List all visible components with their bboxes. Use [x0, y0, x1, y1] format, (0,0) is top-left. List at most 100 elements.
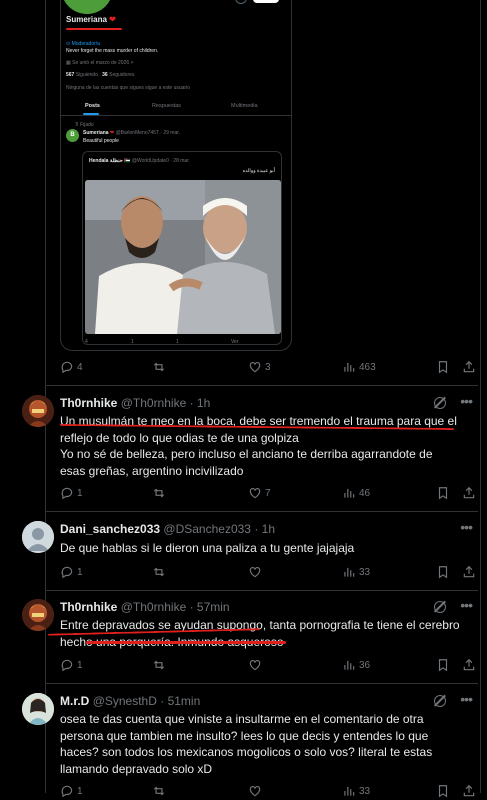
like-icon: [248, 658, 262, 672]
views-icon: [342, 784, 356, 798]
like-button[interactable]: 7: [248, 486, 271, 500]
embedded-post-text: Beautiful people: [83, 138, 119, 144]
embedded-pinned-label: ⊼ Fijado: [75, 122, 94, 128]
embedded-joined: ▦ Se unió el marzo de 2026 >: [66, 60, 134, 66]
display-name[interactable]: Dani_sanchez033: [60, 522, 160, 536]
bookmark-icon: [436, 658, 450, 672]
reply-icon: [60, 658, 74, 672]
embedded-quote-text: أبو عبيدة ووالده: [242, 168, 275, 174]
timestamp[interactable]: 51min: [168, 694, 201, 708]
repost-icon: [152, 565, 166, 579]
reply-icon: [60, 565, 74, 579]
repost-button[interactable]: [152, 784, 169, 798]
more-icon[interactable]: •••: [460, 691, 473, 707]
reply-button[interactable]: 1: [60, 486, 83, 500]
avatar[interactable]: [22, 395, 54, 427]
reply-button[interactable]: 1: [60, 565, 83, 579]
reply-icon: [60, 360, 74, 374]
timestamp[interactable]: 1h: [197, 396, 210, 410]
repost-button[interactable]: [152, 486, 169, 500]
reply-text: De que hablas si le dieron una paliza a …: [60, 541, 355, 555]
repost-icon: [152, 360, 166, 374]
share-button[interactable]: [462, 658, 476, 672]
views-button[interactable]: 33: [342, 565, 370, 579]
handle[interactable]: @Th0rnhike: [121, 396, 187, 410]
bookmark-button[interactable]: [436, 486, 450, 500]
embedded-stat-reposts: 1: [131, 339, 134, 345]
grok-icon[interactable]: [434, 397, 446, 409]
handle[interactable]: @SynesthD: [93, 694, 157, 708]
embedded-screenshot[interactable]: Sumeriana ❤ ⊙ Moderador/a Never forget t…: [60, 0, 292, 351]
like-button[interactable]: [248, 658, 265, 672]
views-icon: [342, 658, 356, 672]
like-button[interactable]: [248, 565, 265, 579]
like-icon: [248, 486, 262, 500]
bookmark-icon: [436, 360, 450, 374]
repost-icon: [152, 486, 166, 500]
embedded-role-tag: ⊙ Moderador/a: [66, 41, 100, 47]
embedded-stat-replies: 4: [85, 339, 88, 345]
grok-icon[interactable]: [434, 601, 446, 613]
share-button[interactable]: [462, 565, 476, 579]
avatar[interactable]: [22, 599, 54, 631]
reply-icon: [60, 486, 74, 500]
embedded-post-header: Sumeriana ❤ @BarlonMeno745T · 29 mar.: [83, 130, 181, 136]
repost-button[interactable]: [152, 565, 169, 579]
embedded-tab-media: Multimedia: [231, 103, 258, 109]
reply-header: Th0rnhike @Th0rnhike · 1h: [60, 396, 211, 410]
grok-icon[interactable]: [434, 695, 446, 707]
embedded-more-circle: [235, 0, 247, 4]
share-icon: [462, 784, 476, 798]
more-icon[interactable]: •••: [460, 393, 473, 409]
share-button[interactable]: [462, 486, 476, 500]
main-post-actions: 4 3 463: [60, 360, 480, 376]
reply-button[interactable]: 1: [60, 658, 83, 672]
reply-button[interactable]: 4: [60, 360, 83, 374]
bookmark-button[interactable]: [436, 360, 450, 374]
handle[interactable]: @DSanchez033: [163, 522, 251, 536]
timestamp[interactable]: 57min: [197, 600, 230, 614]
display-name[interactable]: M.r.D: [60, 694, 89, 708]
repost-button[interactable]: [152, 658, 169, 672]
embedded-stat-likes: 1: [176, 339, 179, 345]
share-button[interactable]: [462, 784, 476, 798]
views-button[interactable]: 36: [342, 658, 370, 672]
like-button[interactable]: [248, 784, 265, 798]
avatar[interactable]: [22, 693, 54, 725]
share-icon: [462, 360, 476, 374]
views-icon: [342, 486, 356, 500]
bookmark-button[interactable]: [436, 784, 450, 798]
views-button[interactable]: 463: [342, 360, 376, 374]
avatar[interactable]: [22, 521, 54, 553]
reply-button[interactable]: 1: [60, 784, 83, 798]
like-button[interactable]: 3: [248, 360, 271, 374]
handle[interactable]: @Th0rnhike: [121, 600, 187, 614]
display-name[interactable]: Th0rnhike: [60, 600, 117, 614]
reply-text: Un musulmán te meo en la boca, debe ser …: [60, 414, 457, 478]
like-icon: [248, 565, 262, 579]
more-icon[interactable]: •••: [460, 597, 473, 613]
views-icon: [342, 565, 356, 579]
views-button[interactable]: 33: [342, 784, 370, 798]
reply-actions: 1 33: [60, 565, 480, 581]
bookmark-button[interactable]: [436, 565, 450, 579]
reply-header: M.r.D @SynesthD · 51min: [60, 694, 201, 708]
embedded-quote-card: Hendala حنظلة 🇵🇸 @WorldUpdate0 · 28 mar.…: [82, 151, 282, 345]
share-icon: [462, 486, 476, 500]
display-name[interactable]: Th0rnhike: [60, 396, 117, 410]
repost-icon: [152, 784, 166, 798]
embedded-profile-avatar: [61, 0, 113, 14]
red-strike-annotation: [86, 641, 286, 644]
embedded-followed-by: Ninguna de las cuentas que sigues sigue …: [66, 85, 190, 91]
share-button[interactable]: [462, 360, 476, 374]
views-button[interactable]: 46: [342, 486, 370, 500]
bookmark-button[interactable]: [436, 658, 450, 672]
more-icon[interactable]: •••: [460, 519, 473, 535]
repost-button[interactable]: [152, 360, 169, 374]
embedded-stat-views: Ver: [231, 339, 239, 345]
divider: [46, 590, 478, 591]
bookmark-icon: [436, 486, 450, 500]
timestamp[interactable]: 1h: [262, 522, 275, 536]
bookmark-icon: [436, 565, 450, 579]
like-icon: [248, 784, 262, 798]
